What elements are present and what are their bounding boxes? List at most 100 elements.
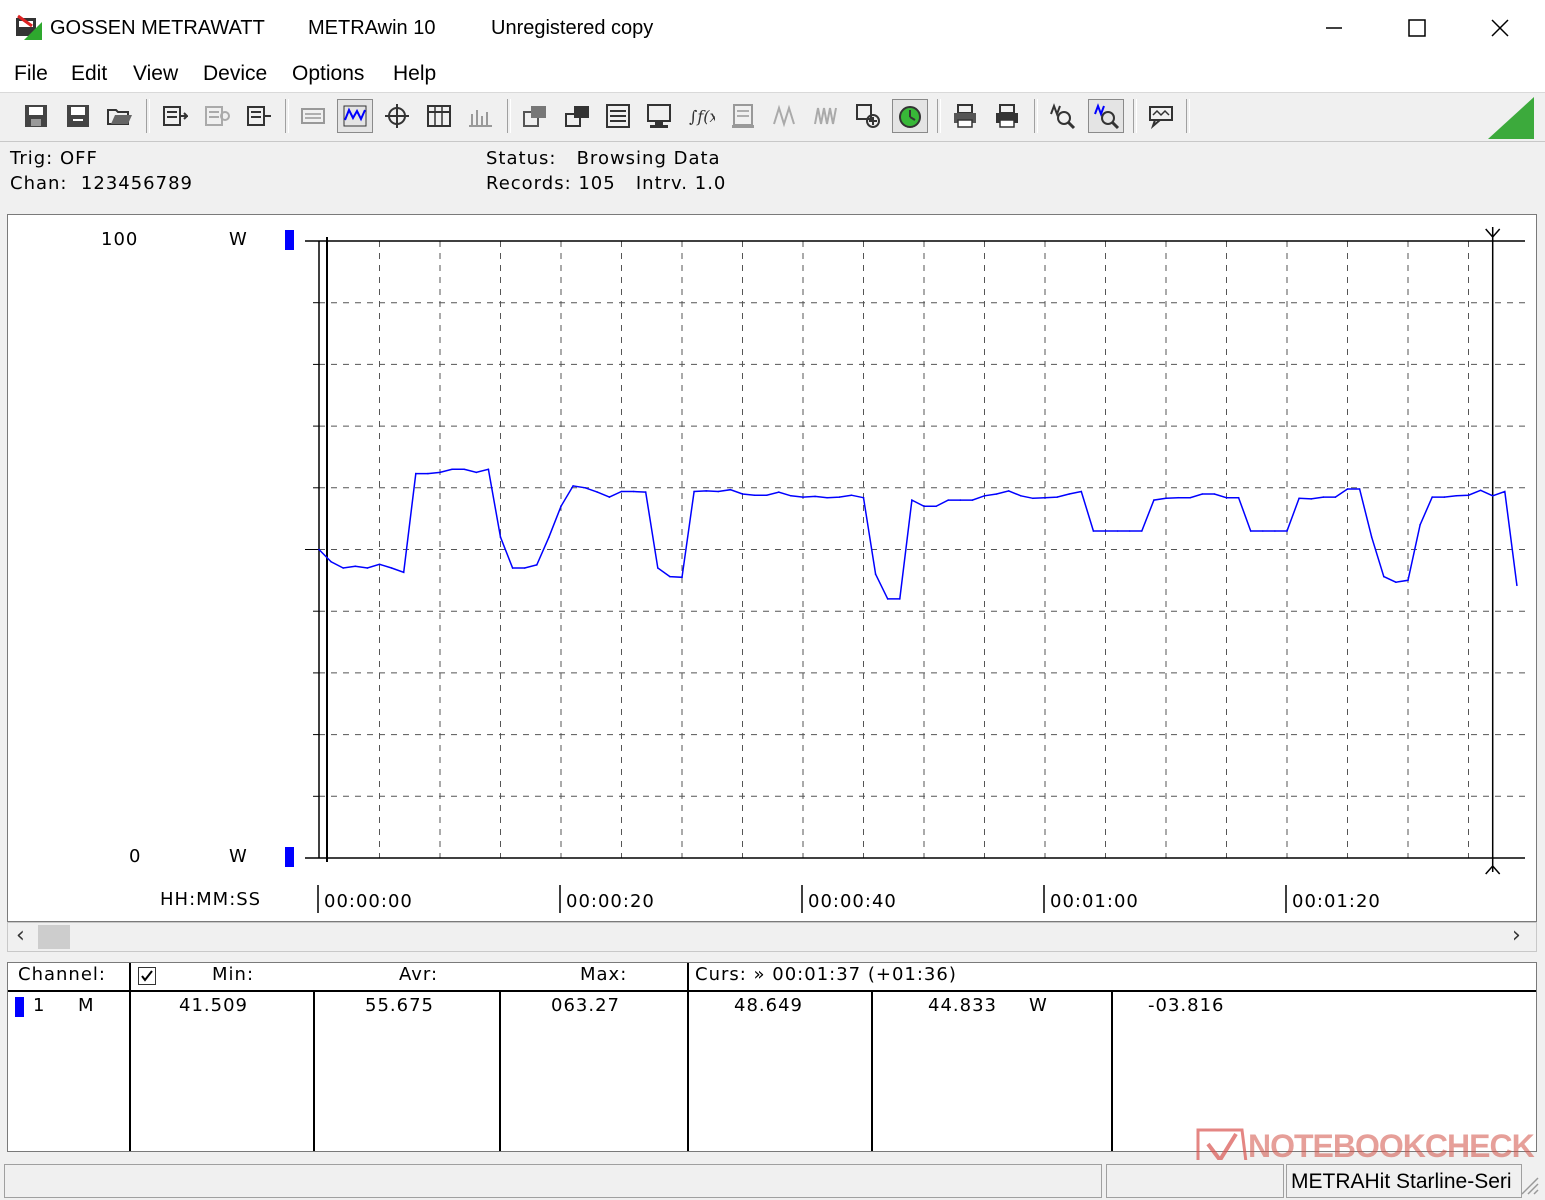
- menu-view[interactable]: View: [133, 62, 178, 86]
- title-brand: GOSSEN METRAWATT: [50, 17, 265, 39]
- toolbar-separator: [1034, 99, 1038, 133]
- data-point: [1419, 524, 1421, 526]
- open-button[interactable]: [101, 99, 137, 133]
- table-button[interactable]: [421, 99, 457, 133]
- device-send-button[interactable]: [240, 99, 276, 133]
- data-point: [1383, 575, 1385, 578]
- window-cascade-button[interactable]: [559, 99, 595, 133]
- memory-button[interactable]: [725, 99, 761, 133]
- scroll-left-arrow[interactable]: ‹: [16, 923, 25, 948]
- list-view-button[interactable]: [295, 99, 331, 133]
- app-icon[interactable]: [14, 12, 44, 42]
- zoom-cursor-button[interactable]: [850, 99, 886, 133]
- data-point: [717, 490, 720, 493]
- data-point: [1104, 530, 1107, 532]
- data-point: [330, 561, 332, 563]
- maximize-button[interactable]: [1387, 8, 1447, 48]
- zoom-signal-icon: [1094, 103, 1120, 130]
- print-button[interactable]: [947, 99, 983, 133]
- data-point: [318, 548, 320, 551]
- data-point: [342, 567, 345, 569]
- record-button[interactable]: [892, 99, 928, 133]
- menu-device[interactable]: Device: [203, 62, 267, 86]
- chart-view-button[interactable]: [337, 99, 373, 133]
- status-field-device: METRAHit Starline-Seri: [1286, 1164, 1522, 1198]
- device-config-button[interactable]: [198, 99, 234, 133]
- status-field-main: [4, 1164, 1102, 1198]
- data-point: [1443, 496, 1446, 498]
- zoom-signal-button[interactable]: [1088, 99, 1124, 133]
- save-as-icon: [67, 105, 89, 127]
- close-icon: [1491, 19, 1509, 37]
- title-bar: GOSSEN METRAWATT METRAwin 10 Unregistere…: [0, 0, 1545, 58]
- function-button[interactable]: ∫f(x): [683, 99, 719, 133]
- bar-view-button[interactable]: [462, 99, 498, 133]
- brand-triangle-icon: [1488, 97, 1534, 139]
- data-point: [657, 567, 659, 569]
- device-read-button[interactable]: [156, 99, 192, 133]
- menu-help[interactable]: Help: [393, 62, 436, 86]
- horizontal-scrollbar[interactable]: ‹ ›: [7, 922, 1537, 952]
- row-channel[interactable]: 1: [33, 995, 45, 1016]
- row-mode: M: [78, 995, 95, 1016]
- scroll-thumb[interactable]: [38, 925, 70, 949]
- data-point: [874, 573, 877, 575]
- data-point: [511, 567, 514, 569]
- data-point: [1237, 496, 1240, 499]
- channel-checkbox[interactable]: [138, 967, 156, 985]
- min-header: Min:: [212, 964, 255, 985]
- data-point: [741, 493, 744, 495]
- data-point: [693, 490, 695, 493]
- minimize-button[interactable]: [1304, 8, 1364, 48]
- close-button[interactable]: [1470, 8, 1530, 48]
- data-point: [1092, 530, 1095, 532]
- data-point: [983, 495, 986, 497]
- data-point: [681, 576, 683, 579]
- data-point: [632, 490, 635, 493]
- menu-file[interactable]: File: [14, 62, 48, 86]
- save-button[interactable]: [18, 99, 54, 133]
- crosshair-button[interactable]: [379, 99, 415, 133]
- resize-grip-icon[interactable]: [1518, 1174, 1540, 1196]
- data-point: [1189, 496, 1191, 499]
- data-point: [1020, 495, 1022, 497]
- data-point: [1177, 496, 1179, 499]
- scroll-right-arrow[interactable]: ›: [1512, 923, 1521, 948]
- data-list-button[interactable]: [600, 99, 636, 133]
- data-point: [1165, 497, 1167, 500]
- data-point: [1262, 530, 1264, 532]
- minimize-icon: [1326, 27, 1342, 29]
- save-as-button[interactable]: [60, 99, 96, 133]
- data-point: [923, 505, 925, 508]
- message-button[interactable]: [1143, 99, 1179, 133]
- data-point: [1395, 581, 1397, 583]
- data-point: [729, 488, 732, 491]
- signal-button[interactable]: [767, 99, 803, 133]
- chart-panel: 100 W 0 W HH:MM:SS 00:00:00 00:00:20 00:00…: [7, 214, 1537, 922]
- data-point: [1491, 495, 1494, 497]
- menu-options[interactable]: Options: [292, 62, 364, 86]
- table-icon: [427, 105, 451, 127]
- data-point: [1116, 530, 1119, 532]
- data-point: [1479, 489, 1482, 492]
- data-point: [753, 494, 756, 497]
- signal-multi-icon: [814, 107, 837, 125]
- data-point: [1153, 499, 1155, 501]
- row-unit: W: [1029, 995, 1048, 1016]
- zoom-button[interactable]: [1044, 99, 1080, 133]
- data-point: [790, 495, 792, 497]
- window-tile-button[interactable]: [517, 99, 553, 133]
- signal-multi-button[interactable]: [808, 99, 844, 133]
- crosshair-icon: [385, 104, 409, 128]
- data-point: [1286, 530, 1288, 532]
- row-max: 063.27: [551, 995, 620, 1016]
- data-point: [608, 496, 611, 498]
- menu-edit[interactable]: Edit: [71, 62, 107, 86]
- row-diff: -03.816: [1148, 995, 1225, 1016]
- print-preview-button[interactable]: [989, 99, 1025, 133]
- data-point: [560, 505, 562, 508]
- data-point: [850, 494, 853, 497]
- monitor-button[interactable]: [641, 99, 677, 133]
- channel-list: Chan: 123456789: [10, 173, 193, 194]
- plot-area[interactable]: 00:00:00 00:00:20 00:00:40 00:01:00 00:01:20: [8, 215, 1536, 921]
